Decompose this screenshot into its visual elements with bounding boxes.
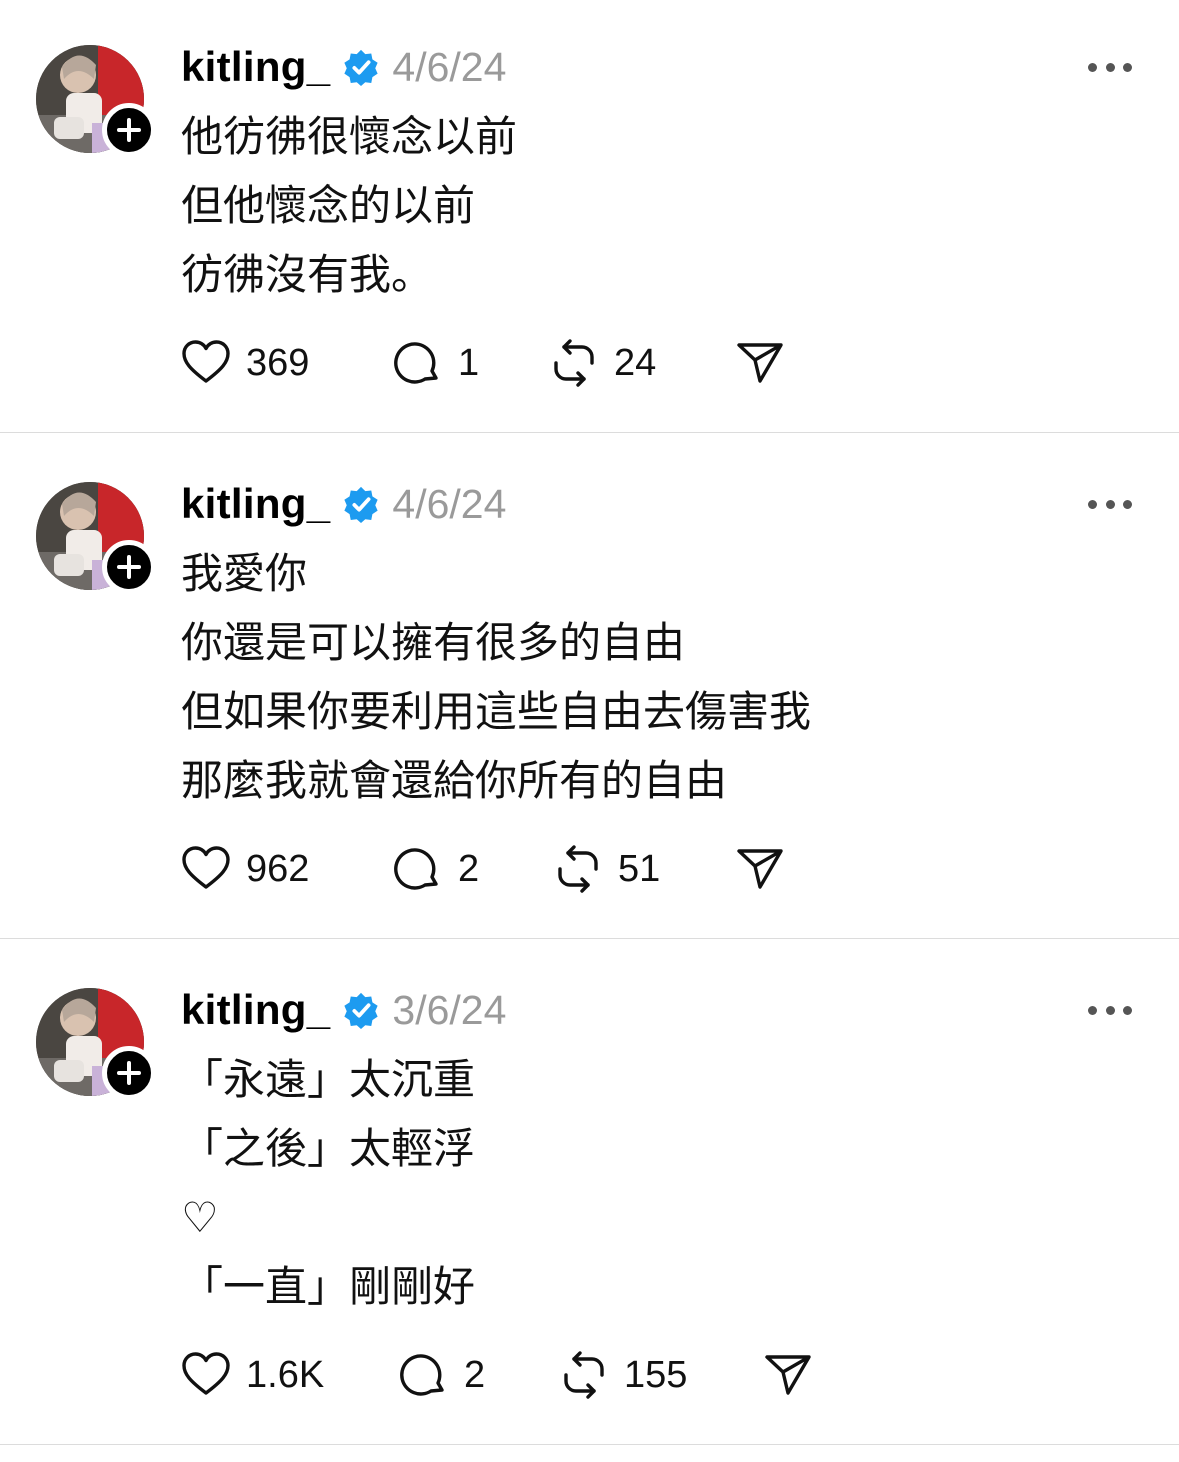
post-date: 3/6/24 [392,986,507,1033]
repost-icon [554,339,594,387]
more-icon[interactable] [1088,493,1132,515]
share-button[interactable] [734,338,786,388]
reply-button[interactable]: 2 [398,1350,485,1400]
comment-icon [394,342,438,384]
repost-count: 155 [624,1353,688,1396]
reply-count: 1 [458,341,480,384]
post-header: kitling_ 4/6/24 [181,40,506,94]
reply-button[interactable]: 1 [392,338,479,388]
like-button[interactable]: 1.6K [180,1350,324,1400]
post-text-line: 但如果你要利用這些自由去傷害我 [181,687,812,736]
follow-button[interactable] [102,540,156,594]
repost-count: 51 [618,847,661,890]
follow-button[interactable] [102,103,156,157]
post-divider [0,432,1179,433]
heart-icon [182,846,230,889]
post-text-line: 我愛你 [181,549,308,598]
share-button[interactable] [734,844,786,894]
post-text-line: 那麼我就會還給你所有的自由 [181,756,728,805]
share-button[interactable] [762,1350,814,1400]
repost-count: 24 [614,341,657,384]
post-text-line: 你還是可以擁有很多的自由 [181,618,686,667]
like-count: 962 [246,847,310,890]
comment-icon [400,1354,444,1396]
threads-feed: kitling_ 4/6/24 他彷彿很懷念以前 但他懷念的以前 彷彿沒有我。 … [0,0,1179,1462]
like-button[interactable]: 369 [180,338,309,388]
heart-icon [182,340,230,383]
reply-count: 2 [464,1353,486,1396]
more-icon[interactable] [1088,56,1132,78]
repost-button[interactable]: 51 [552,844,660,894]
post-header: kitling_ 3/6/24 [181,983,506,1037]
post-header: kitling_ 4/6/24 [181,477,506,531]
verified-badge-icon [344,486,379,523]
post-text-line: 但他懷念的以前 [181,181,476,230]
username[interactable]: kitling_ [181,480,330,528]
post-text-line: 「永遠」太沉重 [181,1055,476,1104]
repost-icon [564,1351,604,1399]
post-divider [0,1444,1179,1445]
username[interactable]: kitling_ [181,43,330,91]
post-2[interactable]: kitling_ 4/6/24 我愛你 你還是可以擁有很多的自由 但如果你要利用… [0,437,1179,939]
repost-icon [558,845,598,893]
like-button[interactable]: 962 [180,844,309,894]
post-date: 4/6/24 [392,43,507,90]
post-text-line: 彷彿沒有我。 [181,250,434,299]
like-count: 369 [246,341,310,384]
share-icon [737,343,783,383]
post-1[interactable]: kitling_ 4/6/24 他彷彿很懷念以前 但他懷念的以前 彷彿沒有我。 … [0,0,1179,433]
post-text: 我愛你 你還是可以擁有很多的自由 但如果你要利用這些自由去傷害我 那麼我就會還給… [181,539,811,815]
more-icon[interactable] [1088,999,1132,1021]
like-count: 1.6K [246,1353,325,1396]
plus-icon [117,118,141,142]
post-text-line: 「之後」太輕浮 [181,1124,476,1173]
post-3[interactable]: kitling_ 3/6/24 「永遠」太沉重 「之後」太輕浮 ♡ 「一直」剛剛… [0,943,1179,1445]
post-text-line: 他彷彿很懷念以前 [181,112,518,161]
plus-icon [117,555,141,579]
repost-button[interactable]: 24 [548,338,656,388]
post-date: 4/6/24 [392,480,507,527]
share-icon [765,1355,811,1395]
post-text: 他彷彿很懷念以前 但他懷念的以前 彷彿沒有我。 [181,102,517,309]
repost-button[interactable]: 155 [558,1350,687,1400]
verified-badge-icon [344,49,379,86]
follow-button[interactable] [102,1046,156,1100]
heart-icon [182,1352,230,1395]
verified-badge-icon [344,992,379,1029]
username[interactable]: kitling_ [181,986,330,1034]
reply-count: 2 [458,847,480,890]
comment-icon [394,848,438,890]
post-text-line: ♡ [181,1193,219,1242]
post-divider [0,938,1179,939]
post-text-line: 「一直」剛剛好 [181,1262,476,1311]
plus-icon [117,1061,141,1085]
share-icon [737,849,783,889]
post-text: 「永遠」太沉重 「之後」太輕浮 ♡ 「一直」剛剛好 [181,1045,475,1321]
reply-button[interactable]: 2 [392,844,479,894]
